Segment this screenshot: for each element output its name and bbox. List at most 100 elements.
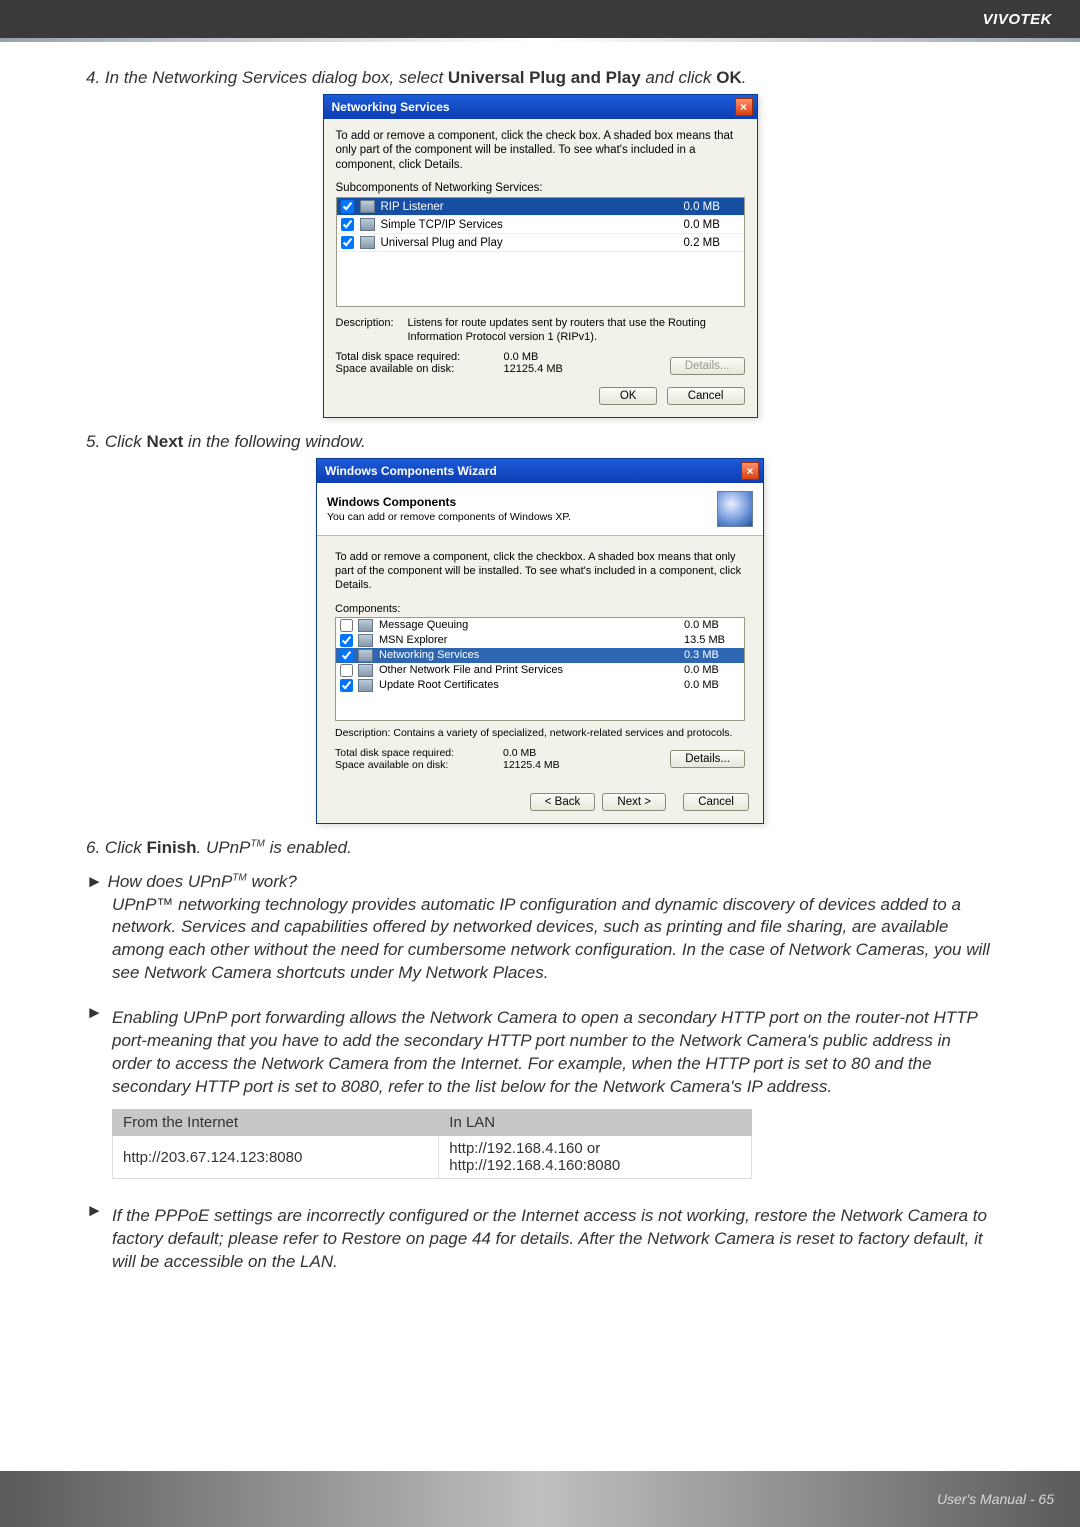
item-name: Simple TCP/IP Services xyxy=(381,219,684,231)
q1-tm: TM xyxy=(232,872,246,883)
details-button[interactable]: Details... xyxy=(670,357,745,375)
th-internet: From the Internet xyxy=(113,1110,439,1136)
component-icon xyxy=(358,679,373,692)
ip-table: From the InternetIn LAN http://203.67.12… xyxy=(112,1109,752,1179)
windows-components-wizard: Windows Components Wizard × Windows Comp… xyxy=(316,458,764,824)
step-4: 4. In the Networking Services dialog box… xyxy=(86,68,994,88)
dialog1-title: Networking Services xyxy=(332,100,450,114)
cancel-button[interactable]: Cancel xyxy=(683,793,749,811)
item-name: Other Network File and Print Services xyxy=(379,664,684,676)
footer-text: User's Manual - 65 xyxy=(937,1491,1054,1507)
wiz-req-val: 0.0 MB xyxy=(503,747,536,759)
desc-text: Listens for route updates sent by router… xyxy=(408,317,745,345)
step5-a: 5. Click xyxy=(86,432,146,451)
ok-button[interactable]: OK xyxy=(599,387,658,405)
item-size: 13.5 MB xyxy=(684,634,740,646)
next-button[interactable]: Next > xyxy=(602,793,666,811)
avail-val: 12125.4 MB xyxy=(504,363,563,375)
step5-b: Next xyxy=(146,432,183,451)
list-item[interactable]: Other Network File and Print Services0.0… xyxy=(336,663,744,678)
brand-header: VIVOTEK xyxy=(0,0,1080,38)
brand-text: VIVOTEK xyxy=(983,11,1052,28)
dialog1-intro: To add or remove a component, click the … xyxy=(336,129,745,172)
step6-a: 6. Click xyxy=(86,838,146,857)
checkbox[interactable] xyxy=(340,619,353,632)
pppoe-body: If the PPPoE settings are incorrectly co… xyxy=(112,1205,994,1274)
checkbox[interactable] xyxy=(340,679,353,692)
cancel-button[interactable]: Cancel xyxy=(667,387,745,405)
step-6: 6. Click Finish. UPnPTM is enabled. xyxy=(86,838,994,858)
cell-lan: http://192.168.4.160 orhttp://192.168.4.… xyxy=(439,1136,752,1179)
step4-b: and click xyxy=(641,68,717,87)
checkbox[interactable] xyxy=(340,634,353,647)
step-5: 5. Click Next in the following window. xyxy=(86,432,994,452)
req-label: Total disk space required: xyxy=(336,351,504,363)
step6-c: . UPnP xyxy=(197,838,251,857)
lan-line1: http://192.168.4.160 or xyxy=(449,1140,600,1157)
page-footer: User's Manual - 65 xyxy=(0,1471,1080,1527)
list-item[interactable]: Update Root Certificates0.0 MB xyxy=(336,678,744,693)
wizard-head-title: Windows Components xyxy=(327,495,571,509)
step5-c: in the following window. xyxy=(183,432,365,451)
wiz-avail-label: Space available on disk: xyxy=(335,759,503,771)
dialog1-sublabel: Subcomponents of Networking Services: xyxy=(336,182,745,194)
th-lan: In LAN xyxy=(439,1110,752,1136)
comp-label: Components: xyxy=(335,603,745,615)
close-icon[interactable]: × xyxy=(741,462,759,480)
list-item[interactable]: Universal Plug and Play0.2 MB xyxy=(337,234,744,252)
item-size: 0.0 MB xyxy=(684,201,740,213)
req-val: 0.0 MB xyxy=(504,351,539,363)
how-works-heading: How does UPnPTM work? xyxy=(86,872,994,892)
dialog2-titlebar: Windows Components Wizard × xyxy=(317,459,763,483)
close-icon[interactable]: × xyxy=(735,98,753,116)
item-size: 0.3 MB xyxy=(684,649,740,661)
item-size: 0.0 MB xyxy=(684,664,740,676)
wiz-avail-val: 12125.4 MB xyxy=(503,759,560,771)
step4-b1: Universal Plug and Play xyxy=(448,68,641,87)
component-icon xyxy=(358,664,373,677)
details-button[interactable]: Details... xyxy=(670,750,745,768)
wizard-head-sub: You can add or remove components of Wind… xyxy=(327,511,571,523)
checkbox[interactable] xyxy=(340,664,353,677)
component-icon xyxy=(358,634,373,647)
component-icon xyxy=(358,649,373,662)
networking-services-dialog: Networking Services × To add or remove a… xyxy=(323,94,758,418)
list-item[interactable]: Networking Services0.3 MB xyxy=(336,648,744,663)
list-item[interactable]: Message Queuing0.0 MB xyxy=(336,618,744,633)
dialog1-listbox[interactable]: RIP Listener0.0 MB Simple TCP/IP Service… xyxy=(336,197,745,307)
checkbox[interactable] xyxy=(341,218,354,231)
checkbox[interactable] xyxy=(340,649,353,662)
header-separator xyxy=(0,38,1080,42)
wizard-listbox[interactable]: Message Queuing0.0 MB MSN Explorer13.5 M… xyxy=(335,617,745,721)
step4-c: . xyxy=(742,68,747,87)
list-item[interactable]: RIP Listener0.0 MB xyxy=(337,198,744,216)
back-button[interactable]: < Back xyxy=(530,793,595,811)
avail-label: Space available on disk: xyxy=(336,363,504,375)
item-name: MSN Explorer xyxy=(379,634,684,646)
item-size: 0.0 MB xyxy=(684,679,740,691)
component-icon xyxy=(360,218,375,231)
how-works-body: UPnP™ networking technology provides aut… xyxy=(112,894,994,986)
item-name: Update Root Certificates xyxy=(379,679,684,691)
step4-a: 4. In the Networking Services dialog box… xyxy=(86,68,448,87)
checkbox[interactable] xyxy=(341,236,354,249)
list-item[interactable]: MSN Explorer13.5 MB xyxy=(336,633,744,648)
component-icon xyxy=(360,236,375,249)
dialog2-title: Windows Components Wizard xyxy=(325,464,497,478)
list-item[interactable]: Simple TCP/IP Services0.0 MB xyxy=(337,216,744,234)
item-name: Universal Plug and Play xyxy=(381,237,684,249)
item-name: Message Queuing xyxy=(379,619,684,631)
wizard-icon xyxy=(717,491,753,527)
component-icon xyxy=(358,619,373,632)
cell-internet: http://203.67.124.123:8080 xyxy=(113,1136,439,1179)
upnp-forward-body: Enabling UPnP port forwarding allows the… xyxy=(112,1007,994,1099)
item-size: 0.0 MB xyxy=(684,219,740,231)
step4-b2: OK xyxy=(716,68,742,87)
item-name: Networking Services xyxy=(379,649,684,661)
step6-b: Finish xyxy=(146,838,196,857)
q1-a: How does UPnP xyxy=(108,872,233,891)
item-size: 0.0 MB xyxy=(684,619,740,631)
item-size: 0.2 MB xyxy=(684,237,740,249)
checkbox[interactable] xyxy=(341,200,354,213)
step6-d: is enabled. xyxy=(265,838,352,857)
